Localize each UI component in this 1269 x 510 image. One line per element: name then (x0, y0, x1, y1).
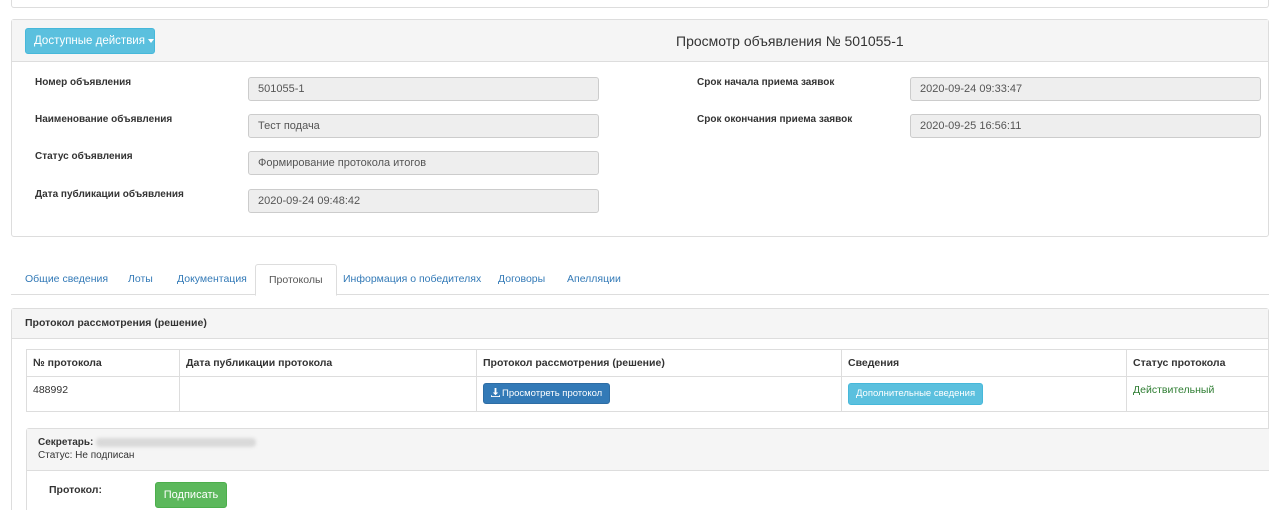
name-field[interactable]: Тест подача (248, 114, 599, 138)
status-field[interactable]: Формирование протокола итогов (248, 151, 599, 175)
available-actions-dropdown[interactable]: Доступные действия (25, 28, 155, 54)
view-protocol-button[interactable]: Просмотреть протокол (483, 383, 611, 404)
tab-lots[interactable]: Лоты (115, 264, 166, 295)
end-date-label: Срок окончания приема заявок (697, 114, 853, 125)
tab-documentation[interactable]: Документация (164, 264, 260, 295)
col-protocol-number: № протокола (26, 349, 180, 377)
view-protocol-label: Просмотреть протокол (502, 388, 603, 399)
publication-date-field[interactable]: 2020-09-24 09:48:42 (248, 189, 599, 213)
download-icon (491, 388, 500, 397)
number-label: Номер объявления (35, 77, 132, 88)
view-protocol-cell: Просмотреть протокол (476, 376, 842, 412)
number-field[interactable]: 501055-1 (248, 77, 599, 101)
end-date-field[interactable]: 2020-09-25 16:56:11 (910, 114, 1261, 138)
announcement-panel: Доступные действия Просмотр объявления №… (11, 19, 1269, 237)
signature-body: Протокол: Подписать (27, 471, 1269, 510)
start-date-label: Срок начала приема заявок (697, 77, 835, 88)
announcement-panel-header: Доступные действия Просмотр объявления №… (12, 20, 1268, 62)
tab-winners[interactable]: Информация о победителях (330, 264, 494, 295)
tabs-bar: Общие сведения Лоты Документация Протоко… (11, 264, 1269, 296)
col-protocol-review: Протокол рассмотрения (решение) (476, 349, 842, 377)
available-actions-label: Доступные действия (34, 35, 145, 47)
col-publication-date: Дата публикации протокола (179, 349, 477, 377)
secretary-name-redacted (96, 437, 257, 447)
publication-date-cell (179, 376, 477, 412)
top-panel-edge (11, 0, 1269, 8)
info-cell: Дополнительные сведения (841, 376, 1127, 412)
publication-date-label: Дата публикации объявления (35, 189, 184, 200)
col-protocol-status: Статус протокола (1126, 349, 1269, 377)
caret-down-icon (147, 38, 154, 43)
page-title: Просмотр объявления № 501055-1 (676, 33, 904, 49)
tab-general[interactable]: Общие сведения (12, 264, 121, 295)
start-date-field[interactable]: 2020-09-24 09:33:47 (910, 77, 1261, 101)
tab-appeals[interactable]: Апелляции (554, 264, 634, 295)
additional-info-button[interactable]: Дополнительные сведения (848, 383, 984, 405)
signature-header: Секретарь: Статус: Не подписан (27, 429, 1269, 471)
col-info: Сведения (841, 349, 1127, 377)
name-label: Наименование объявления (35, 114, 173, 125)
protocol-panel-heading: Протокол рассмотрения (решение) (12, 309, 1268, 339)
protocol-label: Протокол: (49, 484, 102, 496)
protocol-table: № протокола Дата публикации протокола Пр… (26, 349, 1269, 412)
table-row: 488992 Просмотреть протокол Дополнительн… (26, 376, 1269, 412)
sign-status: Статус: Не подписан (38, 450, 135, 461)
protocol-number-cell: 488992 (26, 376, 180, 412)
tab-contracts[interactable]: Договоры (485, 264, 558, 295)
signature-box: Секретарь: Статус: Не подписан Протокол:… (26, 428, 1269, 510)
tab-protocols[interactable]: Протоколы (255, 264, 337, 296)
sign-button[interactable]: Подписать (155, 482, 227, 508)
status-label: Статус объявления (35, 151, 133, 162)
protocol-status-cell: Действительный (1126, 376, 1269, 412)
secretary-label: Секретарь: (38, 437, 94, 448)
protocol-panel: Протокол рассмотрения (решение) № проток… (11, 308, 1269, 510)
